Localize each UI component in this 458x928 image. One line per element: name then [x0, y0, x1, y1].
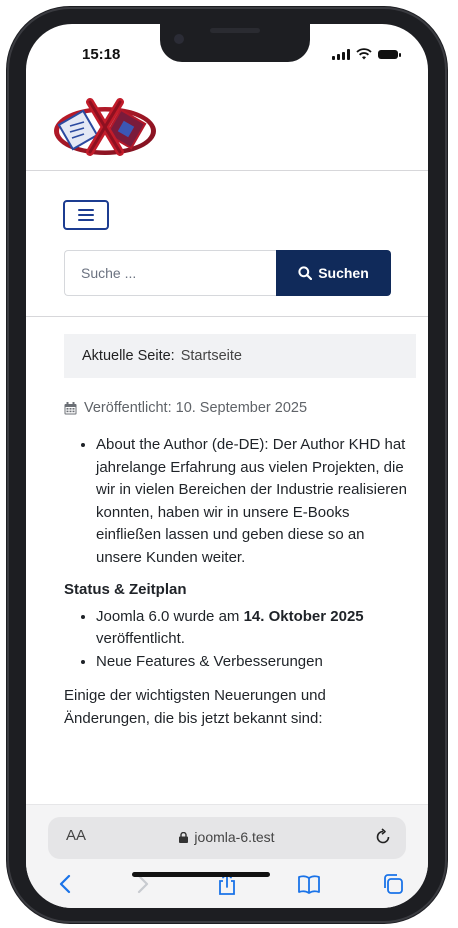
breadcrumb: Aktuelle Seite: Startseite — [64, 334, 416, 378]
header-divider — [26, 170, 428, 171]
reload-icon[interactable] — [374, 828, 392, 846]
camera — [174, 34, 184, 44]
breadcrumb-label: Aktuelle Seite: — [82, 348, 175, 364]
chevron-right-icon — [137, 874, 149, 894]
back-button[interactable] — [52, 871, 78, 897]
section-divider — [26, 316, 428, 317]
search-button[interactable]: Suchen — [276, 250, 391, 296]
hamburger-icon — [78, 209, 94, 221]
status-time: 15:18 — [82, 46, 121, 63]
menu-toggle-button[interactable] — [63, 200, 109, 230]
wifi-icon — [356, 48, 372, 60]
search-button-label: Suchen — [318, 265, 369, 281]
battery-icon — [378, 49, 401, 59]
intro-paragraph: Einige der wichtigsten Neuerungen und Än… — [64, 687, 326, 727]
tabs-icon — [384, 874, 403, 894]
speaker — [210, 28, 260, 33]
search-input[interactable] — [64, 250, 276, 296]
address-bar[interactable]: AA joomla-6.test — [48, 817, 406, 859]
search-icon — [298, 266, 313, 280]
author-bullet: About the Author (de-DE): Der Author KHD… — [96, 434, 414, 569]
chevron-left-icon — [59, 874, 71, 894]
site-logo[interactable] — [50, 96, 160, 158]
release-date: 14. Oktober 2025 — [243, 607, 364, 625]
notch — [160, 24, 310, 62]
screen: 15:18 Suche ... Suchen Aktuelle Seite: S… — [26, 24, 428, 908]
home-indicator[interactable] — [132, 872, 270, 877]
tabs-button[interactable] — [380, 871, 406, 897]
status-icons — [332, 48, 401, 60]
book-icon — [298, 875, 320, 894]
lock-icon — [179, 831, 189, 843]
status-heading: Status & Zeitplan — [64, 581, 187, 598]
browser-bar: AA joomla-6.test — [26, 804, 428, 908]
breadcrumb-current: Startseite — [180, 348, 242, 364]
bookmarks-button[interactable] — [296, 871, 322, 897]
author-list: About the Author (de-DE): Der Author KHD… — [64, 434, 414, 569]
release-prefix: Joomla 6.0 wurde am — [96, 607, 244, 625]
phone-frame: 15:18 Suche ... Suchen Aktuelle Seite: S… — [6, 6, 448, 924]
published-text: Veröffentlicht: 10. September 2025 — [84, 400, 308, 416]
article-body: About the Author (de-DE): Der Author KHD… — [64, 434, 414, 730]
status-list: Joomla 6.0 wurde am 14. Oktober 2025 ver… — [64, 606, 414, 674]
url-display[interactable]: joomla-6.test — [48, 829, 406, 845]
signal-icon — [332, 48, 350, 60]
calendar-icon — [64, 401, 77, 414]
release-suffix: veröffentlicht. — [96, 630, 185, 647]
url-text: joomla-6.test — [194, 829, 275, 845]
features-bullet: Neue Features & Verbesserungen — [96, 651, 414, 674]
published-date: Veröffentlicht: 10. September 2025 — [64, 400, 307, 416]
release-bullet: Joomla 6.0 wurde am 14. Oktober 2025 ver… — [96, 606, 414, 651]
